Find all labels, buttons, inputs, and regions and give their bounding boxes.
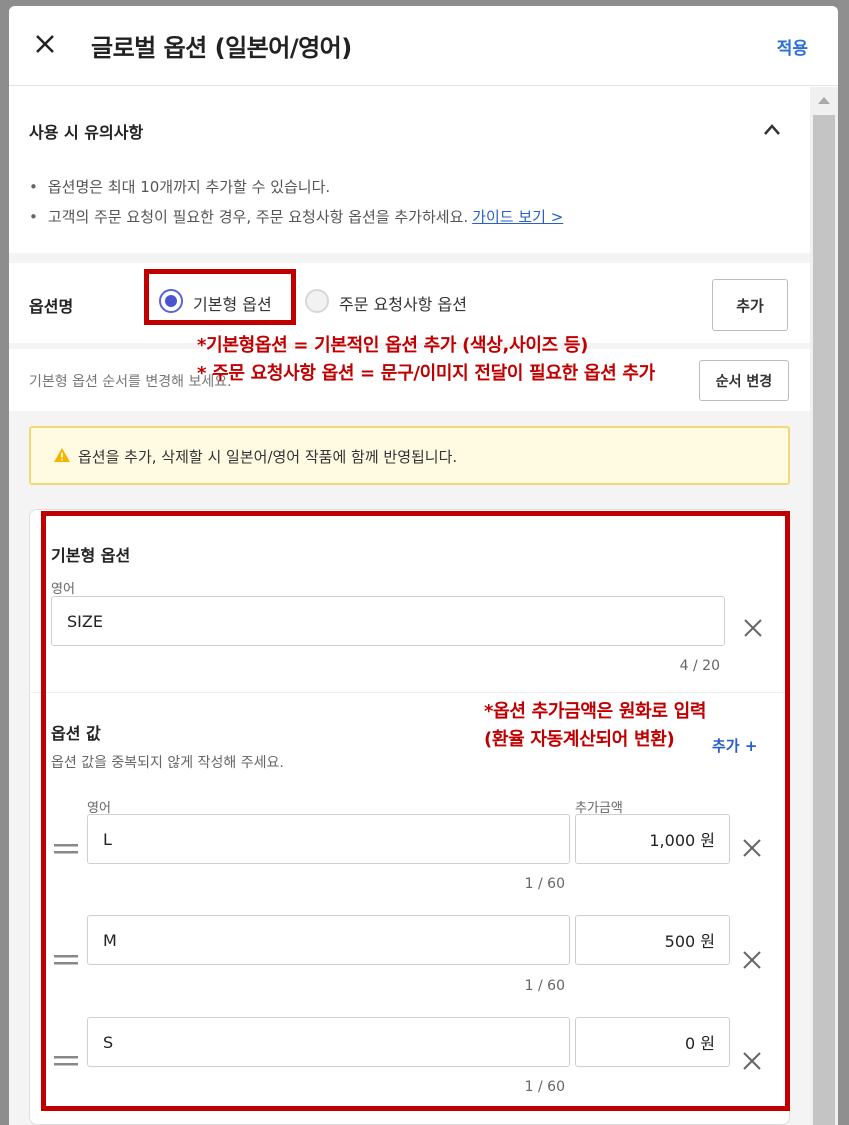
- delete-icon[interactable]: [742, 950, 762, 970]
- close-icon[interactable]: [31, 30, 59, 58]
- radio-request-label[interactable]: 주문 요청사항 옵션: [339, 291, 467, 315]
- drag-handle-icon[interactable]: [54, 1055, 78, 1067]
- option-price-input[interactable]: 500 원: [575, 915, 730, 965]
- value-counter: 1 / 60: [524, 978, 565, 994]
- notice-bullet: 옵션명은 최대 10개까지 추가할 수 있습니다.: [29, 176, 330, 197]
- global-option-modal: 글로벌 옵션 (일본어/영어) 적용 사용 시 유의사항 옵션명은 최대 10개…: [9, 6, 838, 1125]
- values-title: 옵션 값: [51, 724, 101, 743]
- option-value-input[interactable]: S: [87, 1017, 570, 1067]
- guide-link[interactable]: 가이드 보기 >: [472, 208, 563, 226]
- delete-icon[interactable]: [742, 1051, 762, 1071]
- scroll-thumb[interactable]: [813, 115, 835, 1125]
- modal-content: 사용 시 유의사항 옵션명은 최대 10개까지 추가할 수 있습니다. 고객의 …: [9, 87, 810, 1125]
- option-name-label: 옵션명: [29, 297, 74, 316]
- value-counter: 1 / 60: [524, 1079, 565, 1095]
- warning-icon: [54, 448, 70, 462]
- annotation-line-1: *기본형옵션 = 기본적인 옵션 추가 (색상,사이즈 등): [197, 335, 589, 356]
- drag-handle-icon[interactable]: [54, 843, 78, 855]
- scroll-up-icon[interactable]: [818, 97, 830, 104]
- option-value-input[interactable]: L: [87, 814, 570, 864]
- scrollbar[interactable]: [810, 87, 838, 1125]
- basic-option-card: 기본형 옵션 영어 SIZE 4 / 20 옵션 값 옵션 값을 중복되지 않게…: [29, 509, 790, 1125]
- add-option-button[interactable]: 추가: [712, 279, 788, 331]
- price-annotation-2: (환율 자동계산되어 변환): [484, 729, 675, 750]
- value-counter: 1 / 60: [524, 876, 565, 892]
- modal-header: 글로벌 옵션 (일본어/영어) 적용: [9, 6, 838, 86]
- warning-text: 옵션을 추가, 삭제할 시 일본어/영어 작품에 함께 반영됩니다.: [78, 448, 458, 466]
- add-value-link[interactable]: 추가 +: [712, 735, 757, 756]
- drag-handle-icon[interactable]: [54, 954, 78, 966]
- price-annotation-1: *옵션 추가금액은 원화로 입력: [484, 701, 707, 722]
- reorder-button[interactable]: 순서 변경: [699, 360, 789, 401]
- divider: [31, 692, 788, 693]
- notice-title: 사용 시 유의사항: [29, 123, 144, 142]
- option-value-input[interactable]: M: [87, 915, 570, 965]
- modal-title: 글로벌 옵션 (일본어/영어): [91, 34, 352, 62]
- notice-bullet: 고객의 주문 요청이 필요한 경우, 주문 요청사항 옵션을 추가하세요.가이드…: [29, 206, 563, 227]
- annotation-line-2: * 주문 요청사항 옵션 = 문구/이미지 전달이 필요한 옵션 추가: [197, 363, 655, 384]
- lang-label: 영어: [51, 582, 75, 597]
- usage-notice: 사용 시 유의사항 옵션명은 최대 10개까지 추가할 수 있습니다. 고객의 …: [9, 87, 810, 253]
- radio-request-option[interactable]: [305, 289, 329, 313]
- delete-icon[interactable]: [742, 838, 762, 858]
- card-title: 기본형 옵션: [51, 546, 131, 565]
- option-price-input[interactable]: 1,000 원: [575, 814, 730, 864]
- option-price-input[interactable]: 0 원: [575, 1017, 730, 1067]
- chevron-up-icon[interactable]: [763, 123, 781, 137]
- highlight-box: [144, 269, 296, 325]
- notice-bullet-text: 고객의 주문 요청이 필요한 경우, 주문 요청사항 옵션을 추가하세요.: [47, 208, 469, 226]
- option-name-input[interactable]: SIZE: [51, 596, 725, 646]
- values-desc: 옵션 값을 중복되지 않게 작성해 주세요.: [51, 755, 284, 771]
- apply-button[interactable]: 적용: [777, 34, 808, 59]
- option-name-counter: 4 / 20: [679, 658, 720, 674]
- background-overlay: [838, 0, 849, 1125]
- warning-banner: 옵션을 추가, 삭제할 시 일본어/영어 작품에 함께 반영됩니다.: [29, 426, 790, 485]
- delete-icon[interactable]: [743, 618, 763, 638]
